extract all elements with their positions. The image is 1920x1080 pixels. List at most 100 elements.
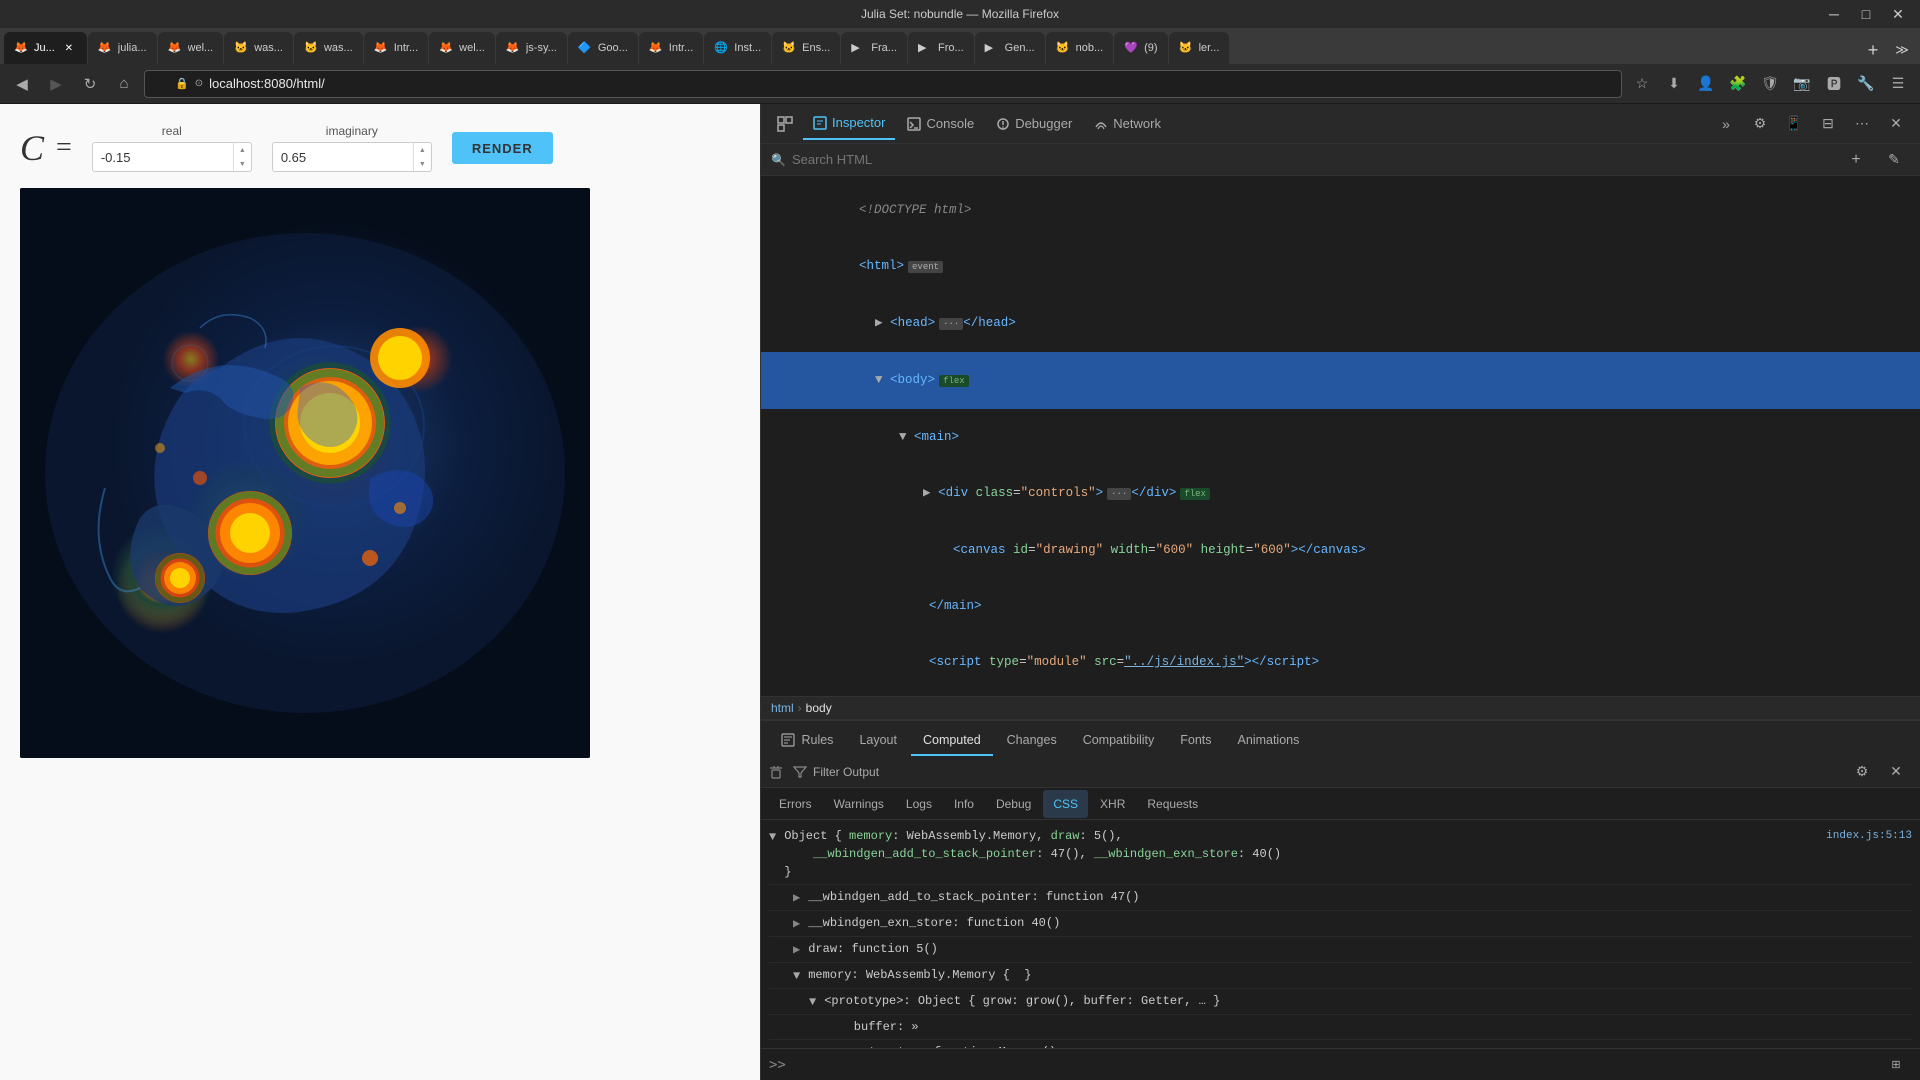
devtools-options-button[interactable]: ⋯: [1846, 108, 1878, 140]
tab-fra[interactable]: ▶ Fra...: [841, 32, 907, 64]
tab-9[interactable]: 💜 (9): [1114, 32, 1167, 64]
firefoxaccount-icon[interactable]: 👤: [1692, 70, 1720, 98]
console-file-0[interactable]: index.js:5:13: [1826, 827, 1912, 881]
logs-tab[interactable]: Logs: [896, 790, 942, 818]
head-tag-line[interactable]: ▶ <head>···</head>: [761, 295, 1920, 352]
xhr-tab[interactable]: XHR: [1090, 790, 1135, 818]
tab-nob[interactable]: 🐱 nob...: [1046, 32, 1114, 64]
maximize-button[interactable]: □: [1852, 4, 1880, 24]
imaginary-spin-up[interactable]: ▲: [414, 143, 431, 157]
css-tab-fonts[interactable]: Fonts: [1168, 726, 1223, 756]
tab-ens[interactable]: 🐱 Ens...: [772, 32, 840, 64]
debugger-tab-label: Debugger: [1015, 116, 1072, 131]
html-tag-line[interactable]: <html>event: [761, 238, 1920, 295]
network-tab[interactable]: Network: [1084, 108, 1171, 140]
main-tag-line[interactable]: ▼ <main>: [761, 409, 1920, 465]
extension-icon[interactable]: 🧩: [1724, 70, 1752, 98]
inspector-tab[interactable]: Inspector: [803, 108, 895, 140]
reload-button[interactable]: ↻: [76, 70, 104, 98]
tab-close-button[interactable]: ✕: [61, 40, 77, 56]
real-spin-up[interactable]: ▲: [234, 143, 251, 157]
inspector-edit-button[interactable]: ✎: [1878, 144, 1910, 176]
devtools-settings-button[interactable]: ⚙: [1744, 108, 1776, 140]
tab-was1[interactable]: 🐱 was...: [224, 32, 293, 64]
tab-js[interactable]: 🦊 js-sy...: [496, 32, 567, 64]
css-log-tab[interactable]: CSS: [1043, 790, 1088, 818]
div-controls-line[interactable]: ▶ <div class="controls">···</div>flex: [761, 465, 1920, 522]
add-node-button[interactable]: +: [1840, 144, 1872, 176]
inspector-picker-button[interactable]: [769, 108, 801, 140]
expand-arrow-4[interactable]: ▼: [793, 967, 800, 985]
css-panel: Rules Layout Computed Changes Compatibil…: [761, 720, 1920, 1080]
tab-julia[interactable]: 🦊 julia...: [88, 32, 157, 64]
real-spin-down[interactable]: ▼: [234, 157, 251, 171]
camera-icon[interactable]: 📷: [1788, 70, 1816, 98]
tab-was2[interactable]: 🐱 was...: [294, 32, 363, 64]
tab-gen[interactable]: ▶ Gen...: [975, 32, 1045, 64]
responsive-design-button[interactable]: 📱: [1778, 108, 1810, 140]
css-tab-rules[interactable]: Rules: [769, 726, 845, 756]
expand-arrow-5[interactable]: ▼: [809, 993, 816, 1011]
info-tab[interactable]: Info: [944, 790, 984, 818]
pocket-icon[interactable]: 🅿: [1820, 70, 1848, 98]
menu-icon[interactable]: ☰: [1884, 70, 1912, 98]
breadcrumb-body[interactable]: body: [806, 701, 832, 715]
css-tab-layout[interactable]: Layout: [847, 726, 909, 756]
css-tab-animations[interactable]: Animations: [1226, 726, 1312, 756]
main-close-line[interactable]: </main>: [761, 578, 1920, 634]
css-tab-changes[interactable]: Changes: [995, 726, 1069, 756]
console-clear-button[interactable]: ⊞: [1880, 1049, 1912, 1080]
requests-tab[interactable]: Requests: [1137, 790, 1208, 818]
tab-wel[interactable]: 🦊 wel...: [158, 32, 224, 64]
more-tools-button[interactable]: »: [1710, 108, 1742, 140]
expand-arrow-2[interactable]: ▶: [793, 915, 800, 933]
expand-arrow-3[interactable]: ▶: [793, 941, 800, 959]
tab-intr[interactable]: 🦊 Intr...: [364, 32, 428, 64]
split-view-button[interactable]: ⊟: [1812, 108, 1844, 140]
close-devtools-button[interactable]: ✕: [1880, 108, 1912, 140]
console-item-7: ▶ constructor: function Memory(): [769, 1040, 1912, 1048]
render-button[interactable]: RENDER: [452, 132, 553, 164]
close-button[interactable]: ✕: [1884, 4, 1912, 24]
bookmark-icon[interactable]: ☆: [1628, 70, 1656, 98]
tab-favicon-9: 🔷: [578, 41, 592, 55]
css-tab-compatibility[interactable]: Compatibility: [1071, 726, 1167, 756]
expand-arrow-0[interactable]: ▼: [769, 828, 776, 881]
script-line[interactable]: <script type="module" src="../js/index.j…: [761, 634, 1920, 690]
addon-icon[interactable]: 🔧: [1852, 70, 1880, 98]
tab-active[interactable]: 🦊 Ju... ✕: [4, 32, 87, 64]
home-button[interactable]: ⌂: [110, 70, 138, 98]
minimize-button[interactable]: ─: [1820, 4, 1848, 24]
html-search-input[interactable]: [792, 152, 1834, 167]
doctype-line[interactable]: <!DOCTYPE html>: [761, 182, 1920, 238]
imaginary-input[interactable]: [273, 143, 413, 171]
css-close-button[interactable]: ✕: [1880, 756, 1912, 788]
real-input[interactable]: [93, 143, 233, 171]
body-tag-line[interactable]: ▼ <body>flex: [761, 352, 1920, 409]
css-settings-button[interactable]: ⚙: [1846, 756, 1878, 788]
expand-arrow-1[interactable]: ▶: [793, 889, 800, 907]
css-tab-computed[interactable]: Computed: [911, 726, 993, 756]
debugger-tab[interactable]: Debugger: [986, 108, 1082, 140]
tab-intr2[interactable]: 🦊 Intr...: [639, 32, 703, 64]
tab-wel2[interactable]: 🦊 wel...: [429, 32, 495, 64]
url-bar[interactable]: 🔒 ⊙ localhost:8080/html/: [144, 70, 1622, 98]
warnings-tab[interactable]: Warnings: [824, 790, 894, 818]
network-tab-label: Network: [1113, 116, 1161, 131]
back-button[interactable]: ◀: [8, 70, 36, 98]
shield-icon[interactable]: 🛡: [1756, 70, 1784, 98]
new-tab-button[interactable]: +: [1859, 36, 1887, 64]
tab-menu-button[interactable]: ≫: [1888, 36, 1916, 64]
tab-goo[interactable]: 🔷 Goo...: [568, 32, 638, 64]
debug-tab[interactable]: Debug: [986, 790, 1041, 818]
tab-inst[interactable]: 🌐 Inst...: [704, 32, 771, 64]
imaginary-spin-down[interactable]: ▼: [414, 157, 431, 171]
tab-fro[interactable]: ▶ Fro...: [908, 32, 974, 64]
breadcrumb-html[interactable]: html: [771, 701, 794, 715]
errors-tab[interactable]: Errors: [769, 790, 822, 818]
console-tab[interactable]: Console: [897, 108, 984, 140]
download-icon[interactable]: ⬇: [1660, 70, 1688, 98]
canvas-line[interactable]: <canvas id="drawing" width="600" height=…: [761, 522, 1920, 578]
tab-ler[interactable]: 🐱 ler...: [1169, 32, 1230, 64]
forward-button[interactable]: ▶: [42, 70, 70, 98]
